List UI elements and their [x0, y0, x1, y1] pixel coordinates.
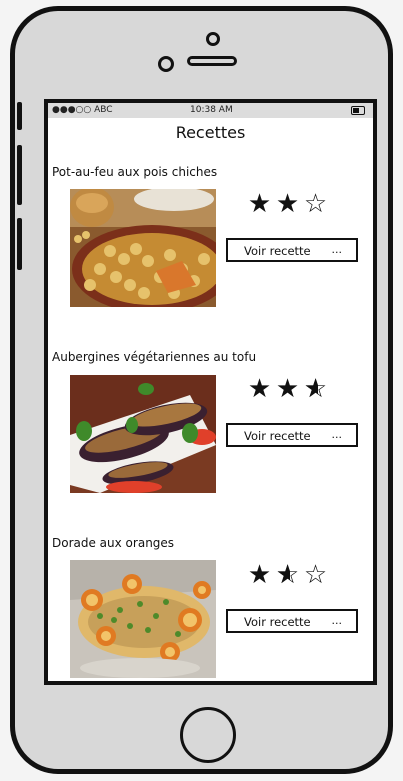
phone-screen: ●●●○○ ABC 10:38 AM Recettes Pot-au-feu a…: [44, 99, 377, 685]
view-recipe-button[interactable]: Voir recette ...: [226, 238, 358, 262]
volume-up-button: [17, 145, 22, 205]
view-recipe-button[interactable]: Voir recette ...: [226, 609, 358, 633]
button-label: Voir recette: [244, 429, 311, 443]
recipe-name: Dorade aux oranges: [52, 536, 175, 550]
page-title: Recettes: [175, 123, 246, 142]
rating-stars: ★★☆★: [247, 376, 331, 402]
star-empty-icon: ☆: [303, 189, 331, 219]
recipe-photo-pot-au-feu[interactable]: [70, 189, 216, 307]
star-filled-icon: ★: [275, 189, 303, 219]
mute-switch: [17, 102, 22, 130]
battery-icon: [351, 106, 365, 115]
rating-stars: ★☆★☆: [247, 562, 331, 588]
speaker-grille: [187, 56, 237, 66]
recipe-photo-dorade[interactable]: [70, 560, 216, 678]
view-recipe-button[interactable]: Voir recette ...: [226, 423, 358, 447]
star-filled-icon: ★: [275, 374, 303, 404]
status-bar: ●●●○○ ABC 10:38 AM: [48, 103, 373, 118]
button-more: ...: [331, 428, 343, 441]
recipe-name: Pot-au-feu aux pois chiches: [52, 165, 218, 179]
button-label: Voir recette: [244, 244, 311, 258]
rating-stars: ★★☆: [247, 191, 331, 217]
recipe-name: Aubergines végétariennes au tofu: [52, 350, 257, 364]
carrier-signal: ●●●○○ ABC: [52, 105, 113, 115]
status-time: 10:38 AM: [190, 105, 233, 115]
star-half-icon: ☆★: [303, 374, 331, 404]
camera-icon: [206, 32, 220, 46]
button-more: ...: [331, 614, 343, 627]
home-button[interactable]: [180, 707, 236, 763]
button-more: ...: [331, 243, 343, 256]
star-filled-icon: ★: [247, 374, 275, 404]
button-label: Voir recette: [244, 615, 311, 629]
sensor-icon: [158, 56, 174, 72]
star-filled-icon: ★: [247, 560, 275, 590]
volume-down-button: [17, 218, 22, 270]
star-half-icon: ☆★: [275, 560, 303, 590]
star-empty-icon: ☆: [303, 560, 331, 590]
recipe-photo-aubergines[interactable]: [70, 375, 216, 493]
star-filled-icon: ★: [247, 189, 275, 219]
